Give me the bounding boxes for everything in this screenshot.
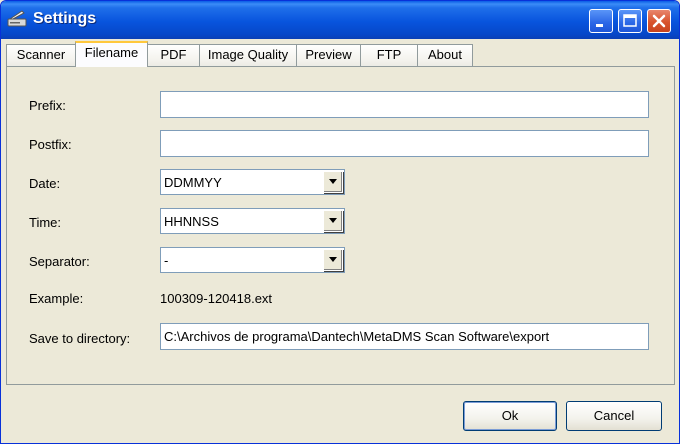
- filename-panel: Prefix: Postfix: Date: DDMMYY Time: HHNN…: [6, 66, 675, 385]
- time-label: Time:: [29, 215, 62, 230]
- date-format-value: DDMMYY: [164, 175, 222, 190]
- date-format-select[interactable]: DDMMYY: [160, 169, 345, 195]
- save-directory-label: Save to directory:: [29, 331, 131, 346]
- chevron-down-icon: [329, 218, 337, 223]
- minimize-button[interactable]: [589, 9, 613, 33]
- maximize-button[interactable]: [618, 9, 642, 33]
- close-icon: [652, 14, 666, 28]
- chevron-down-icon: [329, 257, 337, 262]
- chevron-down-icon: [329, 179, 337, 184]
- close-button[interactable]: [647, 9, 671, 33]
- date-label: Date:: [29, 176, 61, 191]
- tab-strip: Scanner Filename PDF Image Quality Previ…: [6, 41, 676, 67]
- tab-preview[interactable]: Preview: [296, 44, 361, 66]
- ok-button[interactable]: Ok: [463, 401, 557, 431]
- time-format-value: HHNNSS: [164, 214, 219, 229]
- tab-about[interactable]: About: [417, 44, 473, 66]
- tab-pdf[interactable]: PDF: [147, 44, 200, 66]
- maximize-icon: [623, 14, 637, 27]
- separator-dropdown-button[interactable]: [323, 249, 343, 271]
- settings-window: Settings Scanner Filename PDF Image Qual…: [0, 0, 680, 444]
- save-directory-input[interactable]: [160, 323, 649, 350]
- tab-ftp[interactable]: FTP: [360, 44, 418, 66]
- prefix-label: Prefix:: [29, 98, 66, 113]
- tab-image-quality[interactable]: Image Quality: [199, 44, 297, 66]
- date-dropdown-button[interactable]: [323, 171, 343, 193]
- time-dropdown-button[interactable]: [323, 210, 343, 232]
- title-bar[interactable]: Settings: [1, 1, 679, 39]
- separator-label: Separator:: [29, 254, 90, 269]
- window-title: Settings: [33, 10, 97, 27]
- postfix-label: Postfix:: [29, 137, 72, 152]
- separator-value: -: [164, 253, 169, 268]
- tab-filename[interactable]: Filename: [75, 41, 148, 67]
- time-format-select[interactable]: HHNNSS: [160, 208, 345, 234]
- scanner-app-icon: [7, 10, 27, 27]
- tab-scanner[interactable]: Scanner: [6, 44, 76, 66]
- cancel-button[interactable]: Cancel: [566, 401, 662, 431]
- prefix-input[interactable]: [160, 91, 649, 118]
- postfix-input[interactable]: [160, 130, 649, 157]
- example-value: 100309-120418.ext: [160, 291, 273, 306]
- separator-select[interactable]: -: [160, 247, 345, 273]
- minimize-icon: [596, 24, 603, 27]
- example-label: Example:: [29, 291, 84, 306]
